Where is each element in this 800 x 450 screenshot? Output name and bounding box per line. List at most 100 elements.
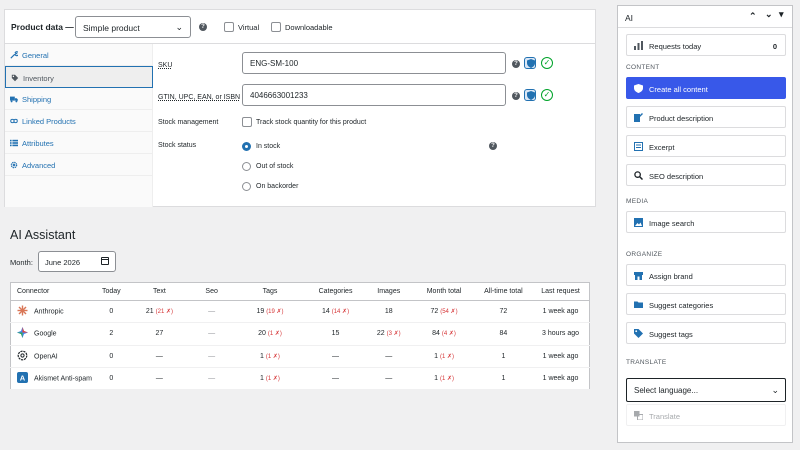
cell-value: 1 week ago [542,352,579,360]
gear-icon [10,161,18,169]
cell-value: 84 [432,330,440,338]
tab-advanced[interactable]: Advanced [5,154,153,176]
shield-verify-icon[interactable] [524,89,536,101]
tag-icon [634,329,643,338]
button-label: Product description [649,114,714,123]
product-data-title: Product data — [11,22,74,32]
cell-value: 1 [434,352,438,360]
col-header: Last request [532,282,590,301]
cell-value: 1 [501,352,506,360]
cell-value: Google [34,330,57,338]
cell-value: 2 [109,330,114,338]
tab-label: Attributes [22,139,54,148]
help-icon[interactable]: ? [512,92,520,100]
chevron-down-icon[interactable]: ⌄ [765,9,773,20]
col-header: Seo [190,282,234,301]
tab-shipping[interactable]: Shipping [5,88,153,110]
tab-label: Shipping [22,95,52,104]
excerpt-button[interactable]: Excerpt [626,135,786,157]
product-data-header: Product data — Simple product ⌄ ? Virtua… [5,10,595,44]
sku-input[interactable]: ENG-SM-100 [242,52,506,74]
ai-panel: AI ⌃ ⌄ ▾ Requests today 0 CONTENT Create… [617,5,793,443]
document-icon [634,142,643,151]
cell-value: 19 [256,308,265,316]
create-all-content-button[interactable]: Create all content [626,77,786,99]
cell-value: 0 [109,352,114,360]
ai-assistant-section: AI Assistant Month: June 2026 Connector … [0,216,596,442]
shield-verify-icon[interactable] [524,57,536,69]
cell-value: 27 [155,330,164,338]
openai-logo-icon [17,350,28,361]
check-icon: ✓ [541,57,553,69]
cell-value: — [208,374,216,382]
cell-value: 1 [434,374,438,382]
chevron-up-icon[interactable]: ⌃ [749,11,757,22]
table-row: A Akismet Anti-spam 0— —1 (1 ✗) — —1 (1 ✗) 1 1 … [10,367,590,391]
col-header: All-time total [474,282,533,301]
failed-count: (1 ✗) [265,375,280,382]
tab-attributes[interactable]: Attributes [5,132,153,154]
radio-in-stock[interactable] [242,142,251,151]
translate-button[interactable]: Translate [626,404,786,426]
cell-value: 22 [376,330,385,338]
failed-count: (1 ✗) [265,353,280,360]
ai-panel-title: AI [625,13,634,23]
cell-value: 1 week ago [542,308,579,316]
tab-linked-products[interactable]: Linked Products [5,110,153,132]
requests-today: Requests today 0 [626,34,786,56]
cell-value: 3 hours ago [542,330,580,338]
link-icon [10,118,18,124]
cell-value: Akismet Anti-spam [34,375,92,383]
categories-cell: 14 (14 ✗) [306,300,365,324]
product-description-button[interactable]: Product description [626,106,786,128]
track-stock-checkbox[interactable] [242,117,252,127]
all-time-cell: 72 [474,300,533,324]
cell-value: 20 [258,330,266,338]
seo-cell: — [190,322,234,346]
list-icon [10,139,18,147]
cell-value: 15 [331,330,340,338]
language-select[interactable]: Select language... ⌄ [626,378,786,402]
help-icon[interactable]: ? [199,23,207,31]
virtual-checkbox[interactable] [224,22,234,32]
tab-inventory[interactable]: Inventory [5,66,153,88]
connector-cell: Google [10,322,94,346]
assign-brand-button[interactable]: Assign brand [626,264,786,286]
tab-general[interactable]: General [5,44,153,66]
help-icon[interactable]: ? [489,142,497,150]
help-icon[interactable]: ? [512,60,520,68]
product-type-select[interactable]: Simple product ⌄ [75,16,191,38]
text-cell: 21 (21 ✗) [128,300,191,324]
table-row: OpenAI 0— —1 (1 ✗) — —1 (1 ✗) 1 1 week ago [10,345,590,368]
connector-cell: A Akismet Anti-spam [10,367,94,391]
cell-value: Anthropic [34,308,64,316]
product-data-tabs: General Inventory Shipping Linked Produc… [5,44,153,207]
images-cell: 22 (3 ✗) [364,322,414,346]
month-total-cell: 1 (1 ✗) [413,345,475,368]
radio-out-of-stock[interactable] [242,162,251,171]
seo-description-button[interactable]: SEO description [626,164,786,186]
in-stock-label: In stock [256,143,281,150]
all-time-cell: 1 [474,367,533,391]
month-input[interactable]: June 2026 [38,251,116,272]
suggest-categories-button[interactable]: Suggest categories [626,293,786,315]
downloadable-checkbox[interactable] [271,22,281,32]
tab-label: General [22,51,49,60]
button-label: Image search [649,219,695,228]
month-label: Month: [10,258,33,267]
image-search-button[interactable]: Image search [626,211,786,233]
table-row: Google 2 27—20 (1 ✗) 15 22 (3 ✗) 84 (4 ✗) 84 3 … [10,322,590,346]
calendar-icon[interactable] [101,257,109,265]
usage-table: Connector Today Text Seo Tags Categories… [10,282,590,391]
failed-count: (1 ✗) [439,353,454,360]
cell-value: — [155,352,163,360]
last-request-cell: 3 hours ago [532,322,590,346]
suggest-tags-button[interactable]: Suggest tags [626,322,786,344]
gtin-input[interactable]: 4046663001233 [242,84,506,106]
button-label: SEO description [649,172,704,181]
store-icon [634,272,643,280]
radio-on-backorder[interactable] [242,182,251,191]
collapse-arrow-icon[interactable]: ▾ [779,9,784,20]
tags-cell: 19 (19 ✗) [233,300,307,324]
cell-value: 72 [499,308,508,316]
